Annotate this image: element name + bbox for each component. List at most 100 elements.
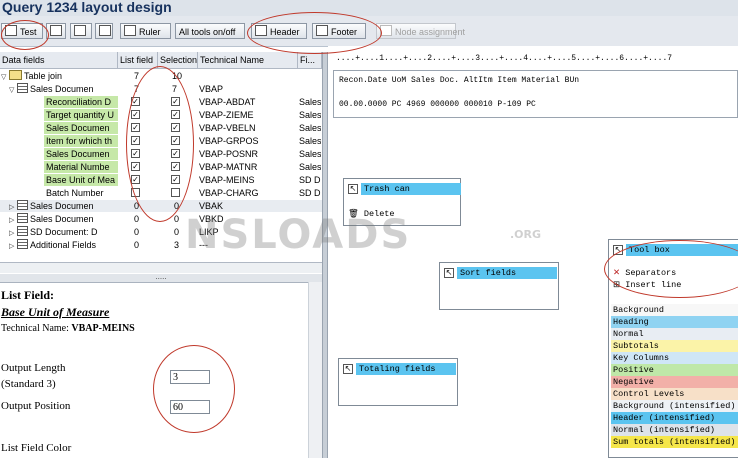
column-header-data-fields[interactable]: Data fields [0, 52, 118, 68]
insert-line-item[interactable]: ⊞ Insert line [613, 280, 681, 290]
drag-tool-icon[interactable]: ↖ [444, 268, 454, 278]
color-heading[interactable]: Heading [611, 316, 738, 328]
tree-row-field[interactable]: Material Numbe ✓ ✓ VBAP-MATNR Sales [0, 161, 322, 173]
color-background[interactable]: Background [611, 304, 738, 316]
output-length-label: Output Length [1, 362, 66, 374]
footer-icon [316, 25, 328, 36]
table-icon [17, 213, 28, 223]
standard-length-label: (Standard 3) [1, 378, 56, 390]
selection-checkbox[interactable]: ✓ [171, 162, 180, 171]
tree-row-sales-document-vbak[interactable]: ▷ Sales Documen 0 0 VBAK [0, 200, 322, 212]
detail-vertical-scrollbar[interactable] [308, 282, 322, 458]
test-icon [5, 25, 17, 36]
color-negative[interactable]: Negative [611, 376, 738, 388]
binoculars-button[interactable] [70, 23, 92, 39]
tree-header: Data fields List field Selection Technic… [0, 52, 322, 69]
expand-icon[interactable]: ▷ [9, 241, 17, 251]
column-header-selection[interactable]: Selection [158, 52, 198, 68]
list-field-checkbox[interactable]: ✓ [131, 110, 140, 119]
color-header-intensified[interactable]: Header (intensified) [611, 412, 738, 424]
expand-icon[interactable]: ▷ [9, 228, 17, 238]
node-assignment-button[interactable]: Node assignment [376, 23, 465, 39]
detail-technical-name: Technical Name: VBAP-MEINS [1, 323, 135, 334]
tree-row-field[interactable]: Sales Documen ✓ ✓ VBAP-POSNR Sales [0, 148, 322, 160]
tree-row-table-join[interactable]: ▽ Table join 7 10 [0, 70, 322, 82]
find-button[interactable] [46, 23, 66, 39]
color-subtotals[interactable]: Subtotals [611, 340, 738, 352]
column-header-list-field[interactable]: List field [118, 52, 158, 68]
folder-icon [9, 70, 22, 80]
collapse-icon[interactable]: ▽ [1, 72, 9, 82]
list-field-checkbox[interactable]: ✓ [131, 136, 140, 145]
find-icon [50, 25, 62, 36]
tool-box[interactable]: ↖ Tool box ✕ Separators ⊞ Insert line Bac… [608, 239, 738, 458]
selection-checkbox[interactable]: ✓ [171, 149, 180, 158]
list-field-checkbox[interactable] [131, 188, 140, 197]
column-header-fi[interactable]: Fi... [298, 52, 322, 68]
tree-row-field[interactable]: Reconciliation D ✓ ✓ VBAP-ABDAT Sales [0, 96, 322, 108]
color-background-intensified[interactable]: Background (intensified) [611, 400, 738, 412]
header-button[interactable]: Header [251, 23, 307, 39]
color-control-levels[interactable]: Control Levels [611, 388, 738, 400]
layout-header-line[interactable]: Recon.Date UoM Sales Doc. AltItm Item Ma… [339, 76, 579, 85]
totaling-fields-box[interactable]: ↖ Totaling fields [338, 358, 458, 406]
output-length-input[interactable]: 3 [170, 370, 210, 384]
separators-item[interactable]: ✕ Separators [613, 268, 676, 278]
list-layout-preview[interactable]: Recon.Date UoM Sales Doc. AltItm Item Ma… [333, 70, 738, 118]
color-key-columns[interactable]: Key Columns [611, 352, 738, 364]
watermark-suffix: .ORG [510, 228, 542, 241]
all-tools-button[interactable]: All tools on/off [175, 23, 245, 39]
expand-icon[interactable]: ▷ [9, 202, 17, 212]
list-field-color-label: List Field Color [1, 442, 72, 454]
ruler-button[interactable]: Ruler [120, 23, 171, 39]
tree-row-field-selected[interactable]: Base Unit of Mea ✓ ✓ VBAP-MEINS SD D [0, 174, 322, 186]
selection-checkbox[interactable]: ✓ [171, 175, 180, 184]
list-field-checkbox[interactable]: ✓ [131, 149, 140, 158]
layout-data-line[interactable]: 00.00.0000 PC 4969 000000 000010 P-109 P… [339, 100, 536, 109]
trash-can-title: Trash can [361, 183, 461, 195]
drag-tool-icon[interactable]: ↖ [613, 245, 623, 255]
tree-row-sales-document-vbap[interactable]: ▽ Sales Documen 7 7 VBAP [0, 83, 322, 95]
list-field-checkbox[interactable]: ✓ [131, 175, 140, 184]
selection-checkbox[interactable]: ✓ [171, 123, 180, 132]
output-position-input[interactable]: 60 [170, 400, 210, 414]
color-normal[interactable]: Normal [611, 328, 738, 340]
tree-row-field[interactable]: Batch Number VBAP-CHARG SD D [0, 187, 322, 199]
list-field-checkbox[interactable]: ✓ [131, 97, 140, 106]
table-icon [17, 239, 28, 249]
output-position-label: Output Position [1, 400, 71, 412]
color-positive[interactable]: Positive [611, 364, 738, 376]
tree-row-field[interactable]: Sales Documen ✓ ✓ VBAP-VBELN Sales [0, 122, 322, 134]
tool-box-title: Tool box [626, 244, 738, 256]
watermark: NSLOADS [185, 212, 412, 258]
find-next-button[interactable] [95, 23, 113, 39]
toolbar: Test Ruler All tools on/off Header Foote… [0, 16, 738, 47]
column-header-technical-name[interactable]: Technical Name [198, 52, 298, 68]
drag-tool-icon[interactable]: ↖ [343, 364, 353, 374]
sort-fields-box[interactable]: ↖ Sort fields [439, 262, 559, 310]
separators-icon: ✕ [613, 268, 621, 278]
expand-icon[interactable]: ▷ [9, 215, 17, 225]
list-field-checkbox[interactable]: ✓ [131, 123, 140, 132]
footer-button[interactable]: Footer [312, 23, 366, 39]
selection-checkbox[interactable]: ✓ [171, 97, 180, 106]
tree-row-field[interactable]: Item for which th ✓ ✓ VBAP-GRPOS Sales [0, 135, 322, 147]
header-icon [255, 25, 267, 36]
totaling-fields-title: Totaling fields [356, 363, 456, 375]
window-title: Query 1234 layout design [0, 0, 738, 16]
collapse-icon[interactable]: ▽ [9, 85, 17, 95]
selection-checkbox[interactable] [171, 188, 180, 197]
test-button[interactable]: Test [1, 23, 43, 39]
selection-checkbox[interactable]: ✓ [171, 110, 180, 119]
drag-tool-icon[interactable]: ↖ [348, 184, 358, 194]
color-normal-intensified[interactable]: Normal (intensified) [611, 424, 738, 436]
tree-row-field[interactable]: Target quantity U ✓ ✓ VBAP-ZIEME Sales [0, 109, 322, 121]
detail-heading: List Field: [1, 288, 54, 302]
detail-field-name: Base Unit of Measure [1, 305, 110, 319]
node-assignment-icon [380, 25, 392, 36]
selection-checkbox[interactable]: ✓ [171, 136, 180, 145]
color-sum-totals-intensified[interactable]: Sum totals (intensified) [611, 436, 738, 448]
table-icon [17, 200, 28, 210]
find-next-icon [99, 25, 111, 36]
list-field-checkbox[interactable]: ✓ [131, 162, 140, 171]
